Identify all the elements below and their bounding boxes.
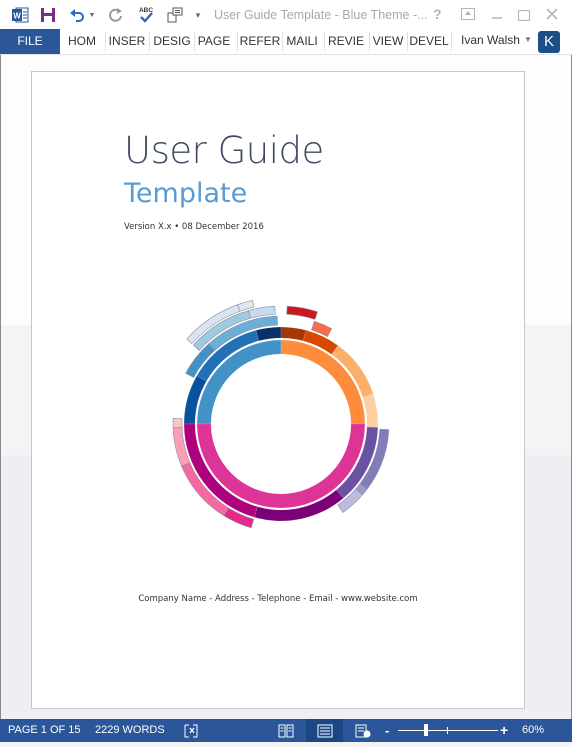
redo-icon[interactable] [107,5,125,25]
tab-file[interactable]: FILE [0,29,60,54]
tab-developer[interactable]: DEVEL [408,29,450,54]
zoom-level[interactable]: 60% [522,719,544,742]
word-count-status[interactable]: 2229 WORDS [95,719,165,742]
proofing-status-icon[interactable] [183,724,199,738]
close-button[interactable] [546,7,558,23]
tab-design[interactable]: DESIG [150,29,194,54]
page-count-status[interactable]: PAGE 1 OF 15 [8,719,81,742]
tab-home[interactable]: HOM [62,29,102,54]
tab-references[interactable]: REFER [238,29,282,54]
tab-page-layout[interactable]: PAGE [195,29,233,54]
tab-insert[interactable]: INSER [106,29,148,54]
tab-divider [451,32,452,51]
ring-3-segment-9 [172,418,183,429]
ring-4-segment-2 [286,305,318,320]
avatar[interactable]: K [538,31,560,53]
save-icon[interactable] [38,5,58,25]
help-button[interactable]: ? [433,6,442,22]
spelling-icon[interactable]: ABC [136,5,156,25]
ribbon-display-options-button[interactable] [461,7,475,23]
decorative-ring-graphic [172,299,390,529]
user-account-name[interactable]: Ivan Walsh [461,33,520,47]
undo-icon[interactable] [68,5,86,25]
svg-text:W: W [13,12,21,21]
zoom-slider-track[interactable] [398,730,498,731]
maximize-button[interactable] [517,8,531,24]
undo-dropdown-icon[interactable]: ▼ [87,5,97,25]
ring-1-segment-1 [280,339,366,425]
ring-2-segment-3 [280,326,307,342]
zoom-slider-100-mark [447,727,448,734]
touch-mode-icon[interactable] [165,5,185,25]
document-footer-line: Company Name - Address - Telephone - Ema… [138,594,418,604]
word-app-icon[interactable]: W [10,5,30,25]
tab-mailings[interactable]: MAILI [283,29,321,54]
title-bar: W ▼ ABC ▾ User Guide Template - Blue The… [0,0,572,30]
tab-view[interactable]: VIEW [370,29,406,54]
customize-qat-icon[interactable]: ▾ [193,5,203,25]
account-dropdown-icon[interactable]: ▼ [524,35,532,44]
zoom-slider-thumb[interactable] [424,724,428,736]
status-bar: PAGE 1 OF 15 2229 WORDS - + 60% [0,719,572,742]
zoom-out-button[interactable]: - [385,719,389,742]
window-title: User Guide Template - Blue Theme -... [214,8,428,22]
tab-review[interactable]: REVIE [325,29,367,54]
ring-2-segment-2 [255,326,282,342]
web-layout-icon[interactable] [355,724,371,738]
minimize-button[interactable] [491,8,503,24]
read-mode-icon[interactable] [278,724,294,738]
document-page[interactable]: User Guide Template Version X.x • 08 Dec… [31,71,525,709]
zoom-in-button[interactable]: + [500,719,508,742]
print-layout-icon[interactable] [317,724,333,738]
